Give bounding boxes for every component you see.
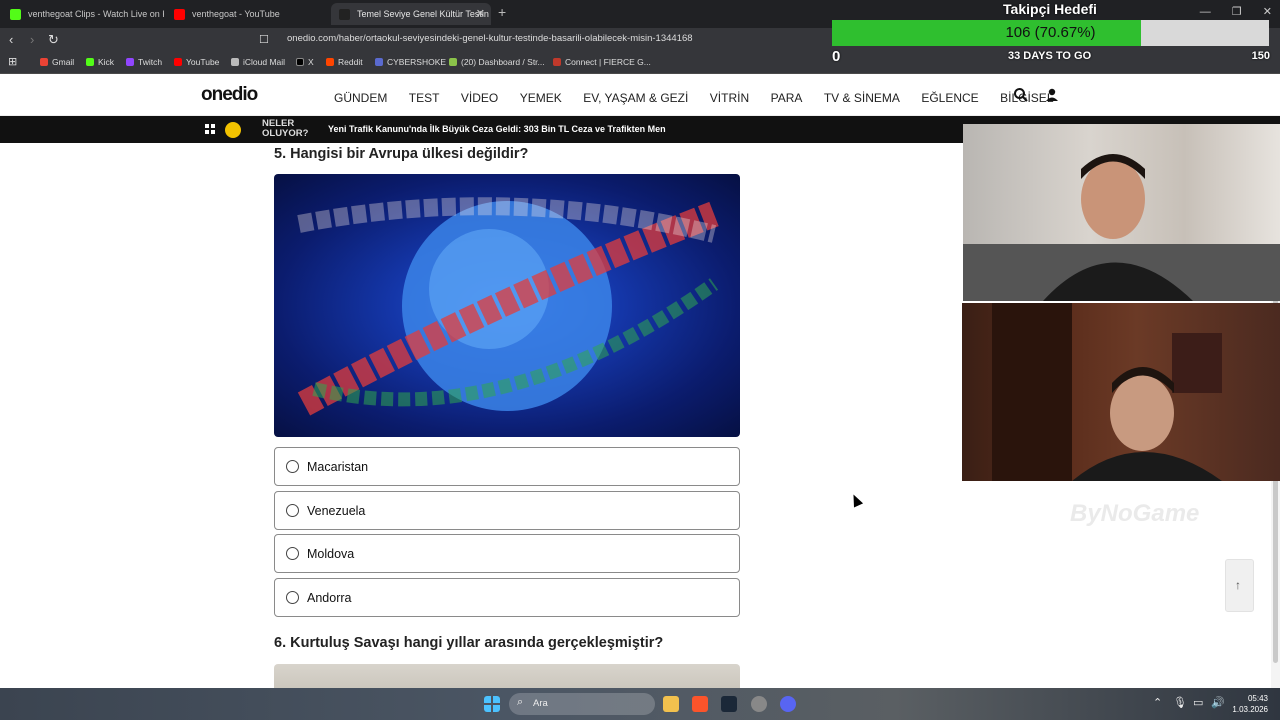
radio-button[interactable]	[286, 547, 299, 560]
nav-gundem[interactable]: GÜNDEM	[334, 91, 387, 105]
follower-goal-overlay: Takipçi Hedefi 106 (70.67%) 0 33 DAYS TO…	[832, 0, 1280, 68]
new-tab-button[interactable]: +	[498, 4, 506, 20]
answer-option[interactable]: Venezuela	[274, 491, 740, 530]
apps-icon[interactable]: ⊞	[8, 55, 17, 68]
ticker-badge-icon	[225, 122, 241, 138]
search-icon[interactable]	[1012, 86, 1030, 104]
radio-button[interactable]	[286, 460, 299, 473]
app-icon[interactable]	[751, 696, 767, 712]
system-clock[interactable]: 05:43 1.03.2026	[1232, 693, 1268, 715]
main-nav: GÜNDEM TEST VİDEO YEMEK EV, YAŞAM & GEZİ…	[334, 89, 1071, 107]
question-5-title: 5. Hangisi bir Avrupa ülkesi değildir?	[274, 146, 529, 162]
bookmark-youtube[interactable]: YouTube	[174, 57, 219, 67]
bookmark-icloud[interactable]: iCloud Mail	[231, 57, 285, 67]
goal-max: 150	[1251, 50, 1270, 62]
nav-video[interactable]: VİDEO	[461, 91, 498, 105]
youtube-icon	[174, 9, 185, 20]
kick-icon	[10, 9, 21, 20]
bookmark-cybershoke[interactable]: CYBERSHOKE	[375, 57, 446, 67]
windows-taskbar: ⌕ Ara ⌃ 🎙 ▭ 🔊 05:43 1.03.2026	[0, 688, 1280, 720]
question-6-title: 6. Kurtuluş Savaşı hangi yıllar arasında…	[274, 635, 664, 651]
taskbar-search[interactable]: ⌕ Ara	[509, 693, 655, 715]
bookmark-reddit[interactable]: Reddit	[326, 57, 363, 67]
search-icon: ⌕	[517, 696, 524, 708]
answer-option[interactable]: Macaristan	[274, 447, 740, 486]
back-icon[interactable]: ‹	[9, 32, 13, 47]
discord-icon[interactable]	[780, 696, 796, 712]
goal-min: 0	[832, 48, 841, 65]
answer-option[interactable]: Moldova	[274, 534, 740, 573]
nav-tv-sinema[interactable]: TV & SİNEMA	[824, 91, 900, 105]
tab-onedio-active[interactable]: Temel Seviye Genel Kültür Testin ✕	[331, 3, 491, 25]
goal-current: 106 (70.67%)	[1005, 24, 1096, 41]
file-explorer-icon[interactable]	[663, 696, 679, 712]
answer-label: Moldova	[307, 547, 355, 561]
answer-label: Andorra	[307, 591, 352, 605]
arrow-up-icon: ↑	[1235, 578, 1241, 592]
clock-date: 1.03.2026	[1232, 705, 1268, 714]
site-header: onedio GÜNDEM TEST VİDEO YEMEK EV, YAŞAM…	[0, 76, 1280, 116]
microphone-icon[interactable]: 🎙	[1173, 696, 1187, 709]
display-icon[interactable]: ▭	[1193, 696, 1203, 709]
answer-label: Macaristan	[307, 460, 369, 474]
scroll-to-top-button[interactable]: ↑	[1225, 559, 1254, 612]
goal-title: Takipçi Hedefi	[1003, 1, 1097, 17]
grid-icon[interactable]	[205, 124, 216, 135]
tab-label: venthegoat Clips - Watch Live on Kick	[28, 9, 164, 19]
nav-test[interactable]: TEST	[409, 91, 440, 105]
bookmark-kick[interactable]: Kick	[86, 57, 114, 67]
webcam-guest	[962, 303, 1280, 481]
nav-vitrin[interactable]: VİTRİN	[710, 91, 749, 105]
tab-label: venthegoat - YouTube	[192, 9, 280, 19]
clock-time: 05:43	[1247, 694, 1268, 703]
forward-icon[interactable]: ›	[30, 32, 34, 47]
nav-eglence[interactable]: EĞLENCE	[921, 91, 978, 105]
search-placeholder: Ara	[533, 698, 548, 709]
tab-kick-clips[interactable]: venthegoat Clips - Watch Live on Kick	[2, 3, 164, 25]
reload-icon[interactable]: ↻	[48, 32, 59, 48]
radio-button[interactable]	[286, 591, 299, 604]
answer-label: Venezuela	[307, 504, 366, 518]
close-tab-icon[interactable]: ✕	[476, 3, 485, 25]
url-field[interactable]: onedio.com/haber/ortaokul-seviyesindeki-…	[287, 33, 693, 44]
bookmark-gmail[interactable]: Gmail	[40, 57, 74, 67]
bookmark-twitch[interactable]: Twitch	[126, 57, 162, 67]
nav-para[interactable]: PARA	[771, 91, 803, 105]
bookmark-icon[interactable]: ☐	[259, 33, 269, 46]
tab-label: Temel Seviye Genel Kültür Testin	[357, 9, 489, 19]
bynogame-watermark: ByNoGame	[1070, 500, 1200, 527]
onedio-icon	[339, 9, 350, 20]
question-5-image	[274, 174, 740, 437]
nav-ev-yasam-gezi[interactable]: EV, YAŞAM & GEZİ	[583, 91, 688, 105]
goal-days-left: 33 DAYS TO GO	[1008, 50, 1092, 62]
steam-icon[interactable]	[721, 696, 737, 712]
bookmark-fierce[interactable]: Connect | FIERCE G...	[553, 57, 651, 67]
goal-progress-bar: 106 (70.67%)	[832, 20, 1269, 46]
ticker-label: NELER OLUYOR?	[262, 118, 309, 139]
onedio-logo[interactable]: onedio	[201, 84, 258, 106]
bookmark-x[interactable]: X	[296, 57, 314, 67]
user-icon[interactable]	[1043, 86, 1061, 104]
answer-option[interactable]: Andorra	[274, 578, 740, 617]
tray-chevron-icon[interactable]: ⌃	[1153, 696, 1162, 709]
ticker-headline[interactable]: Yeni Trafik Kanunu'nda İlk Büyük Ceza Ge…	[328, 124, 666, 134]
bookmark-dashboard[interactable]: (20) Dashboard / Str...	[449, 57, 545, 67]
radio-button[interactable]	[286, 504, 299, 517]
nav-yemek[interactable]: YEMEK	[520, 91, 562, 105]
webcam-streamer	[963, 124, 1280, 301]
brave-browser-icon[interactable]	[692, 696, 708, 712]
tab-youtube[interactable]: venthegoat - YouTube	[166, 3, 328, 25]
volume-icon[interactable]: 🔊	[1211, 696, 1225, 709]
windows-start-icon[interactable]	[484, 696, 500, 712]
